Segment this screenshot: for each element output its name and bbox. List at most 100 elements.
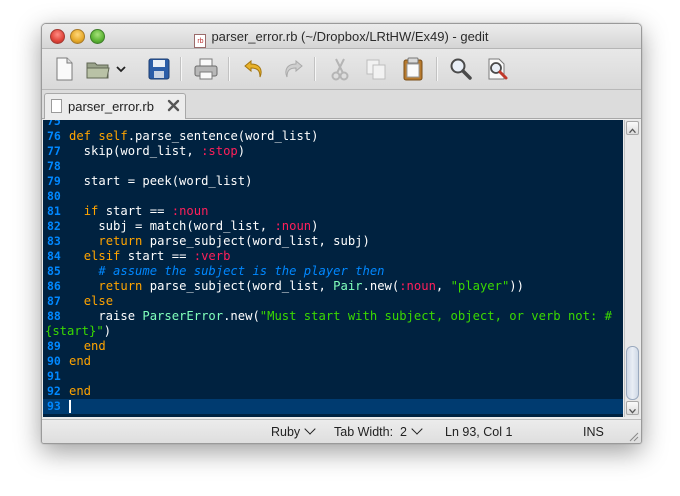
code-line[interactable]: 91 [43,369,623,384]
line-number: 80 [47,189,61,203]
code-line[interactable]: 84 elsif start == :verb [43,249,623,264]
code-line[interactable]: 81 if start == :noun [43,204,623,219]
code-line[interactable]: 92 end [43,384,623,399]
code-token-plain: ) [311,219,319,233]
copy-icon [366,59,386,80]
code-line[interactable]: 88 raise ParserError.new("Must start wit… [43,309,623,324]
line-number: 76 [47,129,61,143]
language-selector[interactable]: Ruby [271,423,316,439]
code-token-kw: def [69,129,99,143]
code-token-plain: .new( [362,279,400,293]
code-text: start = peek(word_list) [69,174,253,189]
ruby-file-icon: rb [194,34,207,48]
code-token-plain: ) [103,324,112,338]
line-number: 79 [47,174,61,188]
scroll-down-button[interactable] [626,401,639,415]
line-number: 85 [47,264,61,278]
code-token-kw: end [69,354,92,368]
open-folder-icon [86,62,110,79]
code-line[interactable]: 85 # assume the subject is the player th… [43,264,623,279]
code-line[interactable]: 87 else [43,294,623,309]
code-token-plain: skip(word_list, [69,144,202,158]
new-document-icon [56,57,73,81]
resize-grip-icon[interactable] [627,430,639,442]
insert-mode-indicator: INS [583,425,604,439]
code-line[interactable]: 86 return parse_subject(word_list, Pair.… [43,279,623,294]
save-button[interactable] [145,55,173,83]
code-text: if start == :noun [69,204,209,219]
code-token-sym: :noun [399,279,436,293]
tab-width-label: Tab Width: 2 [334,425,407,439]
line-number: 87 [47,294,61,308]
code-token-str: "player" [450,279,510,293]
code-token-kw: return [98,279,143,293]
code-line[interactable]: 90 end [43,354,623,369]
status-bar: Ruby Tab Width: 2 Ln 93, Col 1 INS [42,419,641,443]
find-replace-icon [488,58,508,80]
code-line[interactable]: 77 skip(word_list, :stop) [43,144,623,159]
copy-button[interactable] [362,55,390,83]
code-text: raise ParserError.new("Must start with s… [69,309,612,324]
vertical-scrollbar[interactable] [624,120,640,417]
scroll-thumb[interactable] [626,346,639,400]
document-tab-label: parser_error.rb [68,99,154,114]
code-token-kw: self [98,129,128,143]
line-number: 82 [47,219,61,233]
wrapped-code-line[interactable]: {start}") [43,324,623,339]
line-number: 77 [47,144,61,158]
find-replace-button[interactable] [483,55,511,83]
tab-width-selector[interactable]: Tab Width: 2 [334,423,423,439]
code-line[interactable]: 79 start = peek(word_list) [43,174,623,189]
open-button[interactable] [84,55,112,83]
code-line[interactable]: 75 [43,120,623,129]
code-token-kw: end [69,384,92,398]
scroll-up-button[interactable] [626,121,639,135]
redo-button[interactable] [278,55,306,83]
undo-button[interactable] [241,55,269,83]
code-token-kw: elsif [83,249,121,263]
line-number: 81 [47,204,61,218]
print-button[interactable] [192,55,220,83]
cut-button[interactable] [326,55,354,83]
code-text: return parse_subject(word_list, subj) [69,234,370,249]
code-line[interactable]: 76 def self.parse_sentence(word_list) [43,129,623,144]
title-bar[interactable]: rb parser_error.rb (~/Dropbox/LRtHW/Ex49)… [42,24,641,49]
chevron-down-icon [304,423,316,435]
open-recent-dropdown[interactable] [114,55,128,83]
close-tab-icon[interactable] [166,98,181,113]
code-text: {start}") [45,324,111,339]
find-button[interactable] [447,55,475,83]
line-number: 78 [47,159,61,173]
code-line[interactable]: 80 [43,189,623,204]
document-tab-strip: parser_error.rb [42,90,641,119]
chevron-up-icon [629,128,636,134]
document-tab[interactable]: parser_error.rb [44,93,186,119]
paste-button[interactable] [399,55,427,83]
line-number: 75 [47,120,61,128]
code-token-sym: :noun [171,204,209,218]
code-line[interactable]: 89 end [43,339,623,354]
toolbar-separator [436,57,438,81]
line-number: 84 [47,249,61,263]
line-number: 89 [47,339,61,353]
chevron-down-icon [629,408,636,414]
code-line[interactable]: 82 subj = match(word_list, :noun) [43,219,623,234]
code-token-const: ParserError [142,309,224,323]
current-code-line[interactable]: 93 [43,399,623,414]
code-token-sym: :stop [201,144,238,158]
new-document-button[interactable] [50,55,78,83]
code-text: end [69,339,106,354]
code-text: end [69,354,91,369]
code-editor[interactable]: 75 76 def self.parse_sentence(word_list) 77… [43,120,623,417]
code-line[interactable]: 78 [43,159,623,174]
code-line[interactable]: 83 return parse_subject(word_list, subj) [43,234,623,249]
code-token-kw: if [83,204,99,218]
code-text: skip(word_list, :stop) [69,144,245,159]
code-token-plain: start = peek(word_list) [69,174,253,188]
gedit-window: rb parser_error.rb (~/Dropbox/LRtHW/Ex49)… [41,23,642,444]
